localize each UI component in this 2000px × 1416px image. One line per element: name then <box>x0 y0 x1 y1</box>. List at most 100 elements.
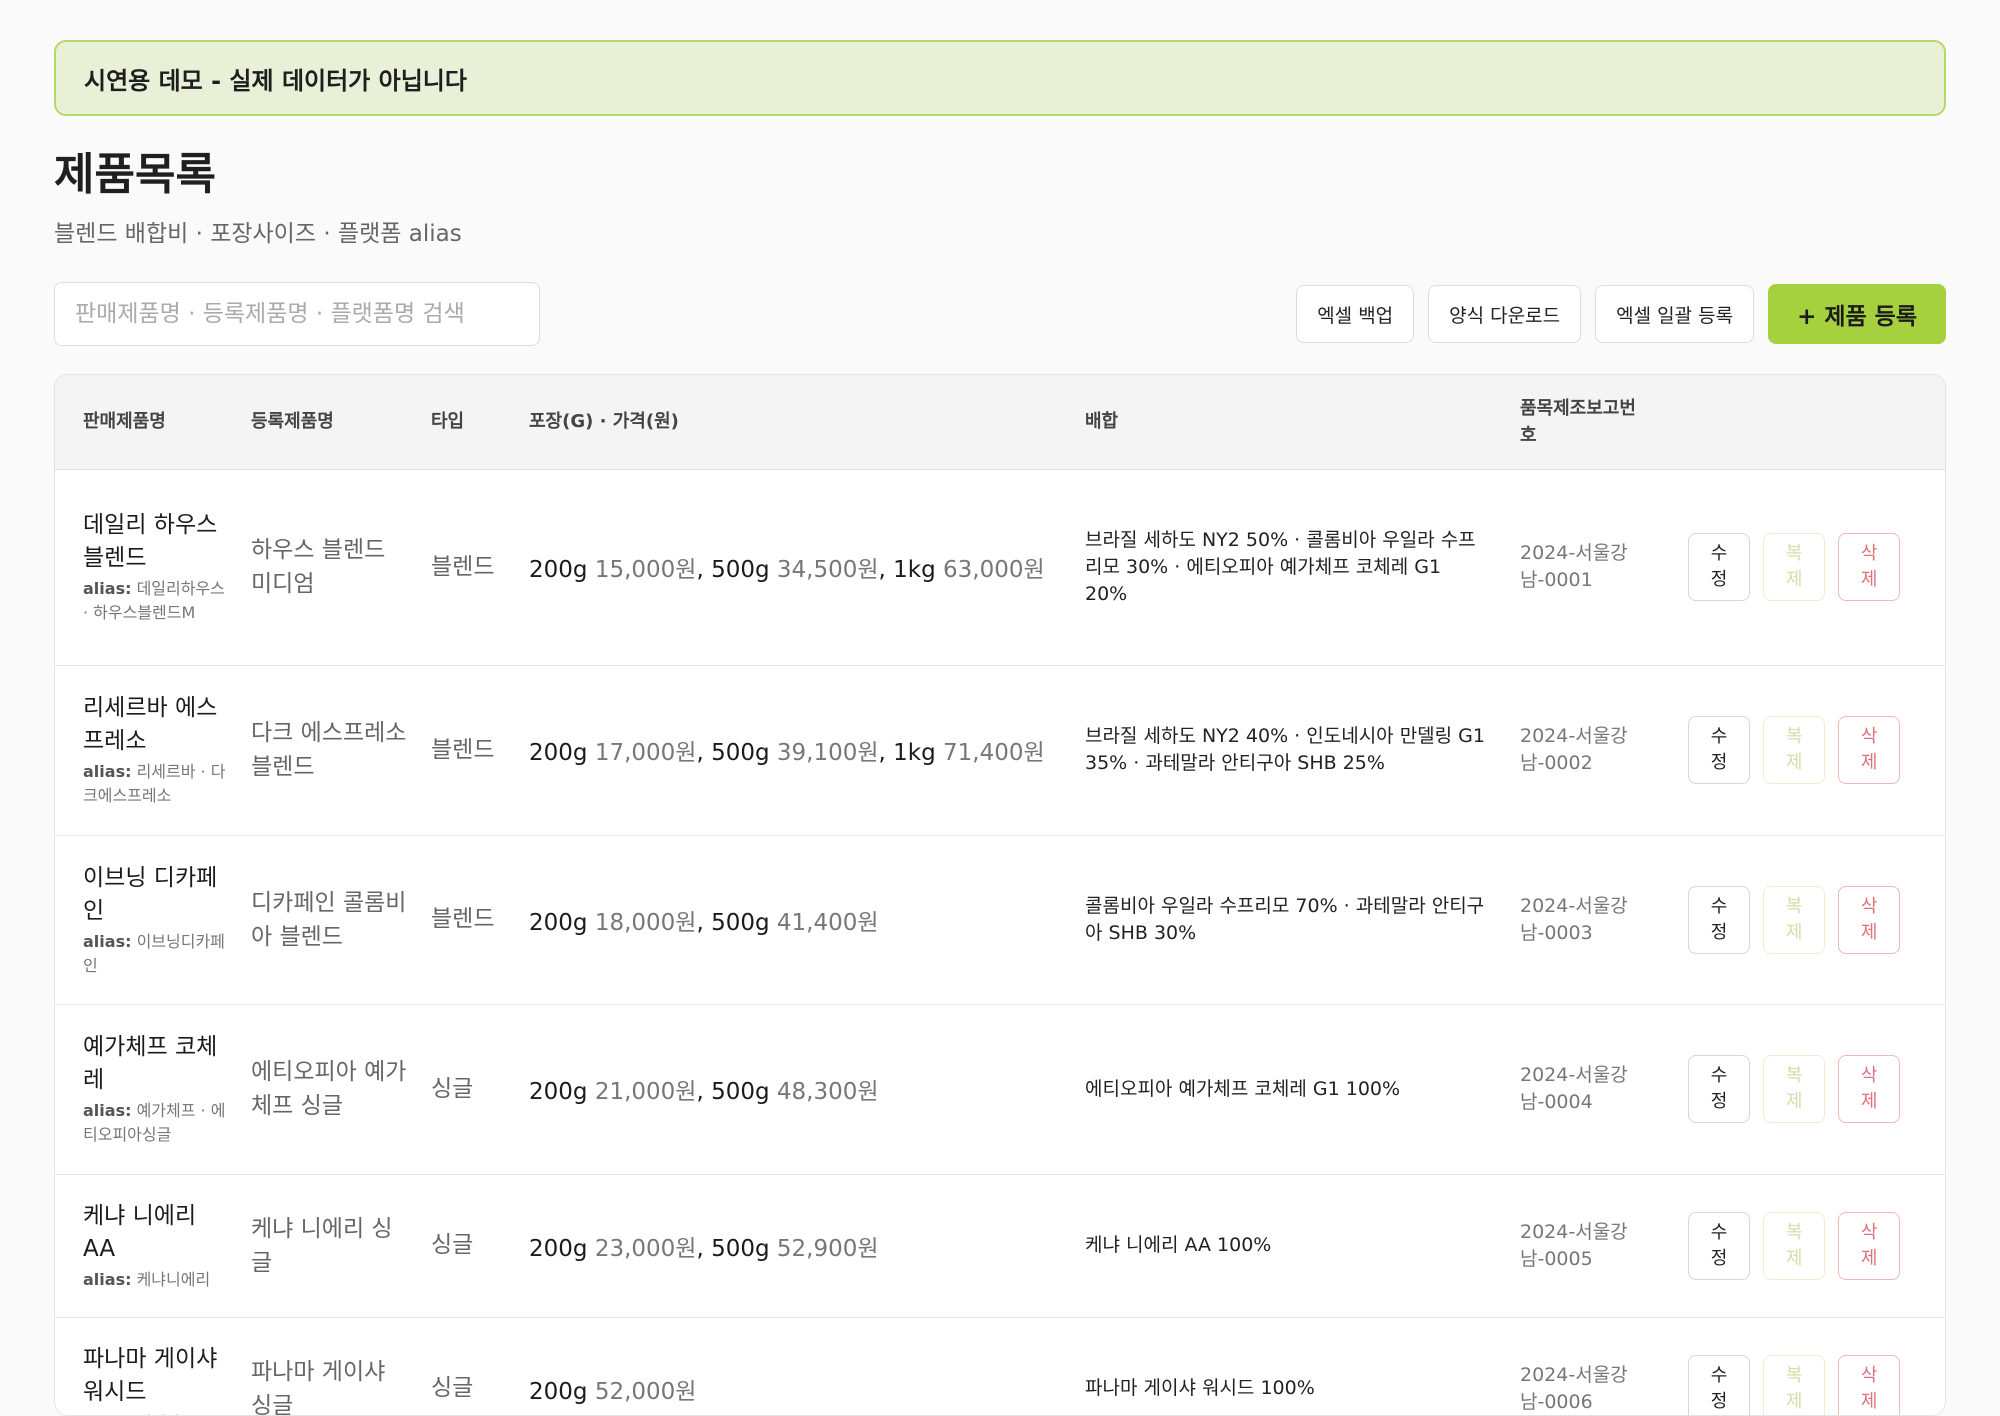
price-list: 200g 21,000원, 500g 48,300원 <box>529 1004 1085 1175</box>
table-header-row: 판매제품명 등록제품명 타입 포장(G) · 가격(원) 배합 품목제조보고번호 <box>55 375 1945 470</box>
report-number: 2024-서울강남-0005 <box>1520 1174 1688 1318</box>
search-input[interactable] <box>54 282 540 346</box>
header-sale-name[interactable]: 판매제품명 <box>55 375 251 470</box>
header-reg-name[interactable]: 등록제품명 <box>251 375 431 470</box>
page-title: 제품목록 <box>54 149 216 200</box>
copy-button[interactable]: 복제 <box>1763 716 1826 784</box>
row-actions: 수정 복제 삭제 <box>1688 835 1945 1005</box>
pack-size: 1kg <box>893 740 944 766</box>
header-actions <box>1688 375 1945 470</box>
pack-size: 200g <box>529 1235 595 1262</box>
edit-button[interactable]: 수정 <box>1688 885 1750 954</box>
table-row: 케냐 니에리 AA alias: 케냐니에리 케냐 니에리 싱글 싱글 200g… <box>55 1174 1945 1318</box>
excel-bulk-register-button[interactable]: 엑셀 일괄 등록 <box>1595 285 1755 343</box>
header-type[interactable]: 타입 <box>431 375 529 470</box>
edit-button[interactable]: 수정 <box>1688 1211 1750 1280</box>
blend-ratio: 브라질 세하도 NY2 50% · 콜롬비아 우일라 수프리모 30% · 에티… <box>1085 469 1520 666</box>
pack-price: 17,000원 <box>594 740 697 766</box>
pack-size: 200g <box>529 1378 595 1405</box>
report-number: 2024-서울강남-0001 <box>1520 469 1688 666</box>
copy-button[interactable]: 복제 <box>1763 1211 1826 1280</box>
reg-name: 케냐 니에리 싱글 <box>251 1174 431 1318</box>
pack-size: 500g <box>711 740 777 766</box>
report-number: 2024-서울강남-0004 <box>1520 1004 1688 1175</box>
row-actions: 수정 복제 삭제 <box>1688 665 1945 836</box>
delete-button[interactable]: 삭제 <box>1838 1211 1901 1280</box>
copy-button[interactable]: 복제 <box>1763 1354 1826 1415</box>
price-list: 200g 17,000원, 500g 39,100원, 1kg 71,400원 <box>529 665 1085 836</box>
table-row: 이브닝 디카페인 alias: 이브닝디카페인 디카페인 콜롬비아 블렌드 블렌… <box>55 835 1945 1005</box>
reg-name: 파나마 게이샤 싱글 <box>251 1358 386 1416</box>
product-type: 싱글 <box>431 1004 529 1175</box>
pack-size: 500g <box>711 557 777 583</box>
copy-button[interactable]: 복제 <box>1763 1055 1826 1123</box>
copy-button[interactable]: 복제 <box>1763 885 1826 954</box>
report-number: 2024-서울강남-0006 <box>1520 1363 1628 1413</box>
sale-name[interactable]: 파나마 게이샤 워시드 <box>83 1343 233 1409</box>
product-type: 싱글 <box>431 1375 474 1402</box>
product-table: 판매제품명 등록제품명 타입 포장(G) · 가격(원) 배합 품목제조보고번호… <box>55 375 1945 1416</box>
pack-size: 200g <box>529 557 595 583</box>
demo-banner: 시연용 데모 - 실제 데이터가 아닙니다 <box>54 40 1946 116</box>
blend-ratio: 케냐 니에리 AA 100% <box>1085 1174 1520 1318</box>
toolbar: 엑셀 백업 양식 다운로드 엑셀 일괄 등록 + 제품 등록 <box>54 282 1946 346</box>
alias-label: alias: <box>83 1269 132 1289</box>
price-list: 200g 23,000원, 500g 52,900원 <box>529 1174 1085 1318</box>
alias-text: alias: 케냐니에리 <box>83 1268 233 1292</box>
edit-button[interactable]: 수정 <box>1688 533 1750 601</box>
product-type: 싱글 <box>431 1174 529 1318</box>
pack-size: 200g <box>529 1079 595 1105</box>
edit-button[interactable]: 수정 <box>1688 1055 1750 1123</box>
template-download-button[interactable]: 양식 다운로드 <box>1428 285 1582 343</box>
pack-price: 23,000원 <box>594 1235 697 1262</box>
reg-name: 에티오피아 예가체프 싱글 <box>251 1004 431 1175</box>
price-list: 200g 15,000원, 500g 34,500원, 1kg 63,000원 <box>529 469 1085 666</box>
product-type: 블렌드 <box>431 469 529 666</box>
pack-size: 500g <box>711 1235 777 1262</box>
alias-label: alias: <box>83 762 132 781</box>
pack-price: 52,900원 <box>776 1235 879 1262</box>
sale-name-cell: 데일리 하우스 블렌드 alias: 데일리하우스 · 하우스블렌드M <box>55 469 251 666</box>
pack-price: 63,000원 <box>943 557 1045 583</box>
pack-price: 48,300원 <box>776 1079 879 1105</box>
delete-button[interactable]: 삭제 <box>1838 1055 1901 1123</box>
report-number: 2024-서울강남-0002 <box>1520 665 1688 836</box>
table-row: 예가체프 코체레 alias: 예가체프 · 에티오피아싱글 에티오피아 예가체… <box>55 1004 1945 1175</box>
sale-name-cell: 케냐 니에리 AA alias: 케냐니에리 <box>55 1174 251 1318</box>
excel-backup-button[interactable]: 엑셀 백업 <box>1296 285 1415 343</box>
price-list: 200g 52,000원 <box>529 1317 1085 1415</box>
sale-name-cell: 예가체프 코체레 alias: 예가체프 · 에티오피아싱글 <box>55 1004 251 1175</box>
sale-name[interactable]: 이브닝 디카페인 <box>83 862 233 928</box>
sale-name[interactable]: 데일리 하우스 블렌드 <box>83 509 233 575</box>
pack-price: 41,400원 <box>776 909 879 936</box>
delete-button[interactable]: 삭제 <box>1838 1354 1901 1415</box>
add-product-button[interactable]: + 제품 등록 <box>1768 284 1946 344</box>
header-pack-price[interactable]: 포장(G) · 가격(원) <box>529 375 1085 470</box>
sale-name[interactable]: 케냐 니에리 AA <box>83 1200 233 1266</box>
sale-name-cell: 리세르바 에스프레소 alias: 리세르바 · 다크에스프레소 <box>55 665 251 836</box>
blend-ratio: 콜롬비아 우일라 수프리모 70% · 과테말라 안티구아 SHB 30% <box>1085 835 1520 1005</box>
delete-button[interactable]: 삭제 <box>1838 885 1901 954</box>
blend-ratio: 파나마 게이샤 워시드 100% <box>1085 1377 1315 1400</box>
header-code[interactable]: 품목제조보고번호 <box>1520 375 1688 470</box>
sale-name[interactable]: 리세르바 에스프레소 <box>83 692 233 758</box>
header-blend[interactable]: 배합 <box>1085 375 1520 470</box>
pack-size: 200g <box>529 909 595 936</box>
alias-text: alias: 이브닝디카페인 <box>83 930 233 978</box>
delete-button[interactable]: 삭제 <box>1838 533 1901 601</box>
reg-name: 하우스 블렌드 미디엄 <box>251 469 431 666</box>
product-type: 블렌드 <box>431 665 529 836</box>
pack-price: 34,500원 <box>776 557 879 583</box>
product-table-card: 판매제품명 등록제품명 타입 포장(G) · 가격(원) 배합 품목제조보고번호… <box>54 374 1946 1416</box>
edit-button[interactable]: 수정 <box>1688 1354 1750 1415</box>
delete-button[interactable]: 삭제 <box>1838 716 1901 784</box>
price-list: 200g 18,000원, 500g 41,400원 <box>529 835 1085 1005</box>
reg-name: 디카페인 콜롬비아 블렌드 <box>251 835 431 1005</box>
row-actions: 수정 복제 삭제 <box>1688 469 1945 666</box>
alias-text: alias: 리세르바 · 다크에스프레소 <box>83 760 233 808</box>
edit-button[interactable]: 수정 <box>1688 716 1750 784</box>
sale-name[interactable]: 예가체프 코체레 <box>83 1031 233 1097</box>
row-actions: 수정 복제 삭제 <box>1688 1174 1945 1318</box>
pack-price: 52,000원 <box>594 1378 697 1405</box>
copy-button[interactable]: 복제 <box>1763 533 1826 601</box>
